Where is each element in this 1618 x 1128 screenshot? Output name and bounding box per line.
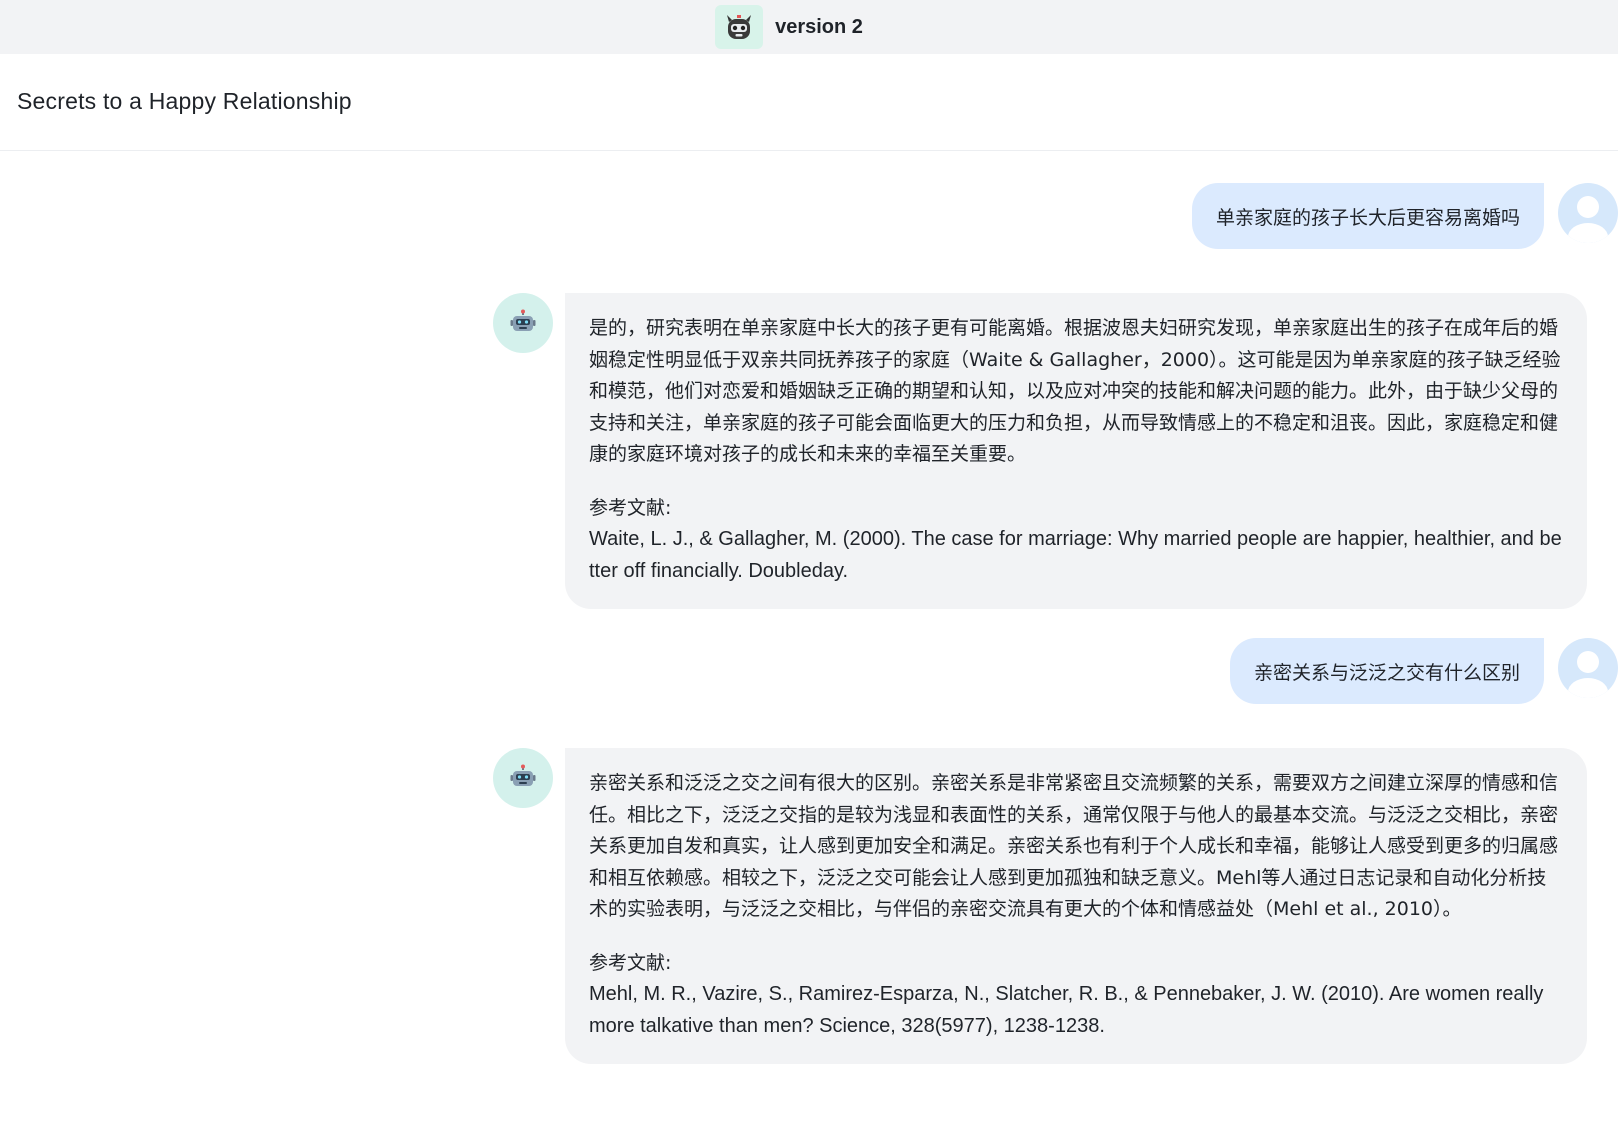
robot-face-icon	[715, 5, 764, 49]
user-avatar-icon	[1558, 638, 1618, 698]
user-message-bubble: 亲密关系与泛泛之交有什么区别	[1229, 638, 1544, 704]
user-message-text: 亲密关系与泛泛之交有什么区别	[1253, 661, 1520, 684]
user-message: 单亲家庭的孩子长大后更容易离婚吗	[1191, 183, 1618, 249]
assistant-message-body: 是的，研究表明在单亲家庭中长大的孩子更有可能离婚。根据波恩夫妇研究发现，单亲家庭…	[589, 317, 1561, 465]
assistant-message-bubble: 亲密关系和泛泛之交之间有很大的区别。亲密关系是非常紧密且交流频繁的关系，需要双方…	[565, 748, 1587, 1064]
assistant-message: 是的，研究表明在单亲家庭中长大的孩子更有可能离婚。根据波恩夫妇研究发现，单亲家庭…	[493, 293, 1587, 609]
user-avatar-icon	[1558, 183, 1618, 243]
top-bar: version 2	[0, 0, 1618, 55]
robot-avatar-icon	[493, 748, 553, 808]
brand: version 2	[715, 5, 863, 49]
assistant-message-body: 亲密关系和泛泛之交之间有很大的区别。亲密关系是非常紧密且交流频繁的关系，需要双方…	[589, 772, 1559, 920]
conversation-title: Secrets to a Happy Relationship	[17, 88, 352, 114]
assistant-message-bubble: 是的，研究表明在单亲家庭中长大的孩子更有可能离婚。根据波恩夫妇研究发现，单亲家庭…	[565, 293, 1587, 609]
user-message-bubble: 单亲家庭的孩子长大后更容易离婚吗	[1191, 183, 1544, 249]
conversation-header: Secrets to a Happy Relationship	[0, 54, 1618, 151]
app-title: version 2	[775, 15, 863, 38]
reference-citation: Waite, L. J., & Gallagher, M. (2000). Th…	[589, 528, 1562, 582]
references-heading: 参考文献:	[589, 496, 672, 519]
robot-avatar-icon	[493, 293, 553, 353]
chat-area[interactable]: 单亲家庭的孩子长大后更容易离婚吗 是的，研究表明在单亲家庭中长大的孩子更有可能离…	[0, 150, 1618, 1128]
reference-citation: Mehl, M. R., Vazire, S., Ramirez-Esparza…	[589, 983, 1544, 1037]
references-heading: 参考文献:	[589, 951, 672, 974]
user-message-text: 单亲家庭的孩子长大后更容易离婚吗	[1215, 206, 1520, 229]
assistant-message: 亲密关系和泛泛之交之间有很大的区别。亲密关系是非常紧密且交流频繁的关系，需要双方…	[493, 748, 1587, 1064]
user-message: 亲密关系与泛泛之交有什么区别	[1229, 638, 1618, 704]
